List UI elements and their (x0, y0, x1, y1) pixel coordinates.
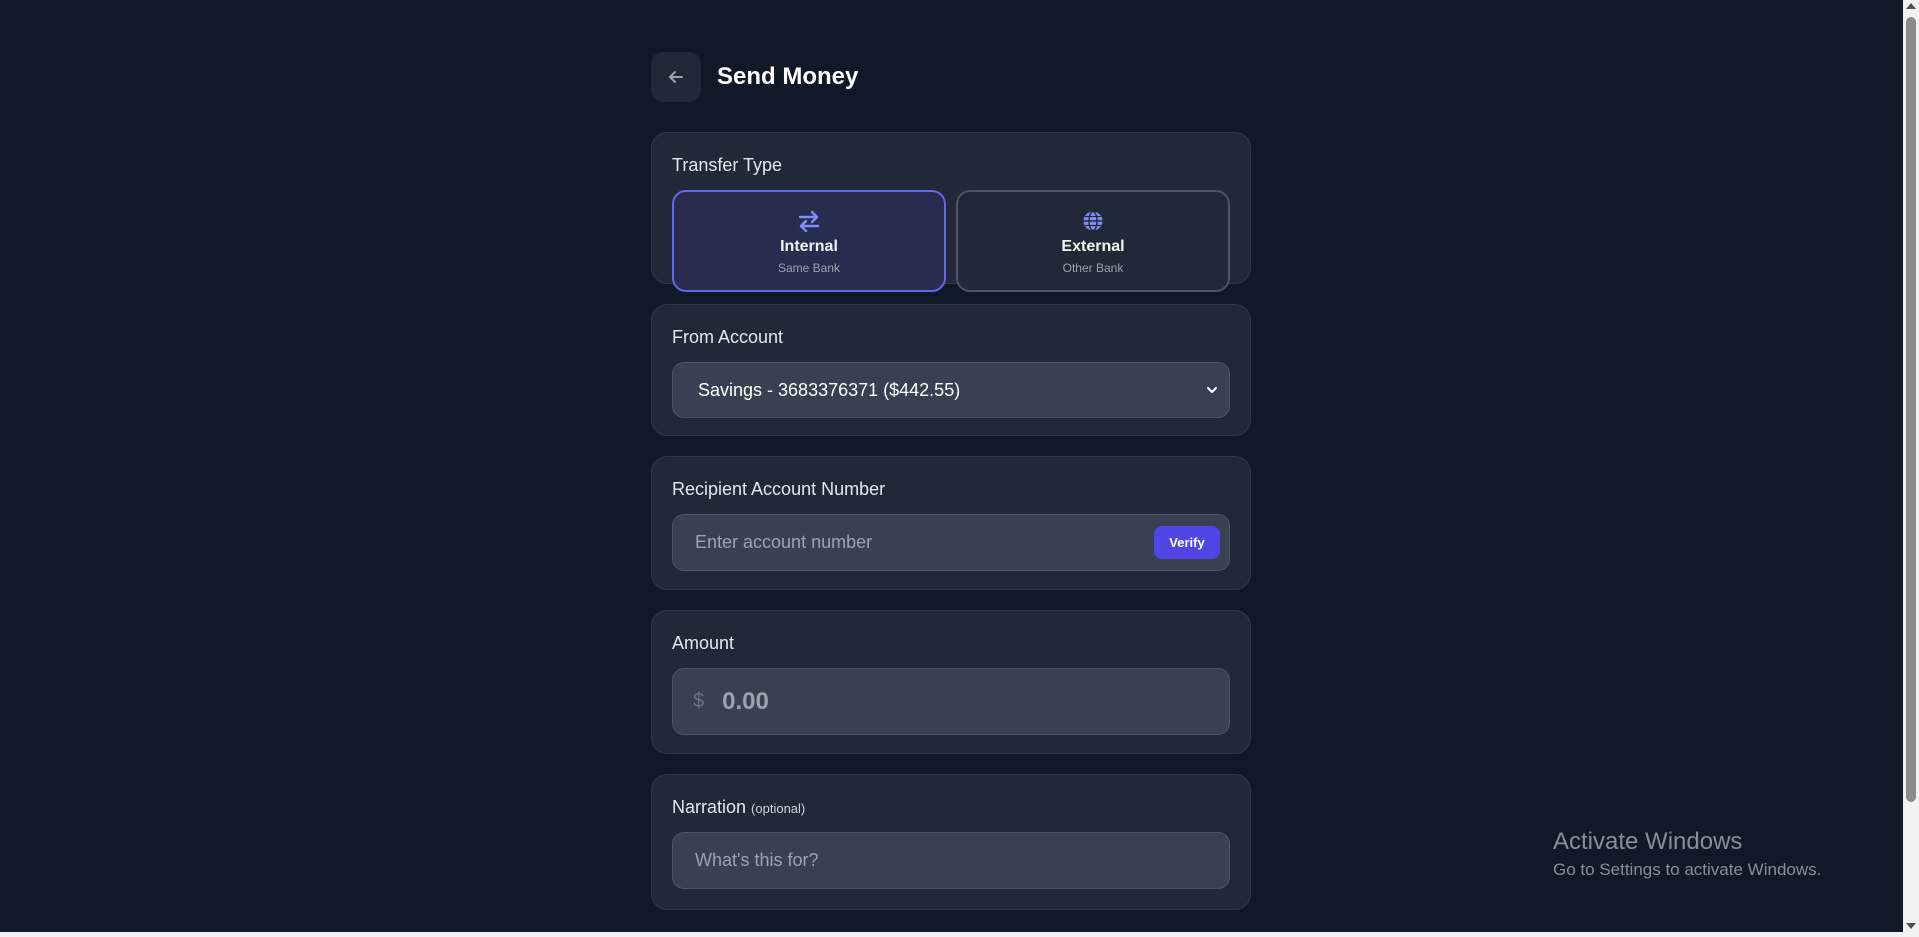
page-title: Send Money (717, 63, 859, 90)
narration-input-wrapper (672, 832, 1230, 889)
back-button[interactable] (651, 52, 701, 102)
narration-label: Narration (672, 797, 747, 817)
amount-input[interactable] (720, 686, 1209, 717)
amount-card: Amount $ (651, 610, 1251, 754)
scroll-down-icon[interactable] (1906, 923, 1916, 929)
send-money-form: Send Money Transfer Type Internal Same B… (651, 52, 1251, 930)
vertical-scrollbar[interactable] (1903, 0, 1919, 932)
currency-symbol: $ (693, 690, 705, 712)
recipient-account-input[interactable] (693, 531, 1154, 554)
transfer-type-card: Transfer Type Internal Same Bank Externa… (651, 132, 1251, 292)
internal-subtitle: Same Bank (777, 260, 841, 275)
from-account-label: From Account (672, 327, 784, 347)
narration-card: Narration (optional) (651, 774, 1251, 910)
internal-title: Internal (780, 237, 838, 255)
globe-icon (1083, 210, 1103, 231)
from-account-card: From Account Savings - 3683376371 ($442.… (651, 304, 1251, 436)
transfer-type-internal[interactable]: Internal Same Bank (672, 190, 946, 292)
verify-button[interactable]: Verify (1154, 526, 1220, 559)
transfer-type-external[interactable]: External Other Bank (956, 190, 1230, 292)
bottom-edge (0, 932, 1919, 937)
from-account-select[interactable]: Savings - 3683376371 ($442.55) (672, 362, 1230, 418)
recipient-input-wrapper: Verify (672, 514, 1230, 571)
page-header: Send Money (651, 52, 1251, 102)
send-money-page: Send Money Transfer Type Internal Same B… (0, 0, 1919, 937)
from-account-value: Savings - 3683376371 ($442.55) (698, 379, 961, 400)
arrow-left-icon (669, 71, 683, 83)
amount-label: Amount (672, 633, 735, 653)
watermark-title: Activate Windows (1553, 828, 1743, 855)
narration-label-row: Narration (optional) (672, 797, 1230, 818)
scroll-up-icon[interactable] (1906, 3, 1916, 9)
recipient-card: Recipient Account Number Verify (651, 456, 1251, 590)
activate-windows-watermark: Activate Windows Go to Settings to activ… (1553, 828, 1821, 880)
recipient-label: Recipient Account Number (672, 479, 886, 499)
watermark-subtitle: Go to Settings to activate Windows. (1553, 860, 1822, 879)
transfer-type-options: Internal Same Bank External Other Bank (672, 190, 1230, 292)
scroll-thumb[interactable] (1906, 17, 1916, 802)
external-subtitle: Other Bank (1062, 260, 1124, 275)
external-title: External (1061, 237, 1125, 255)
amount-input-wrapper: $ (672, 668, 1230, 735)
narration-input[interactable] (693, 849, 1220, 872)
swap-arrows-icon (798, 210, 820, 232)
transfer-type-label: Transfer Type (672, 155, 783, 175)
chevron-down-icon (1207, 387, 1217, 393)
narration-optional-label: (optional) (751, 801, 806, 816)
